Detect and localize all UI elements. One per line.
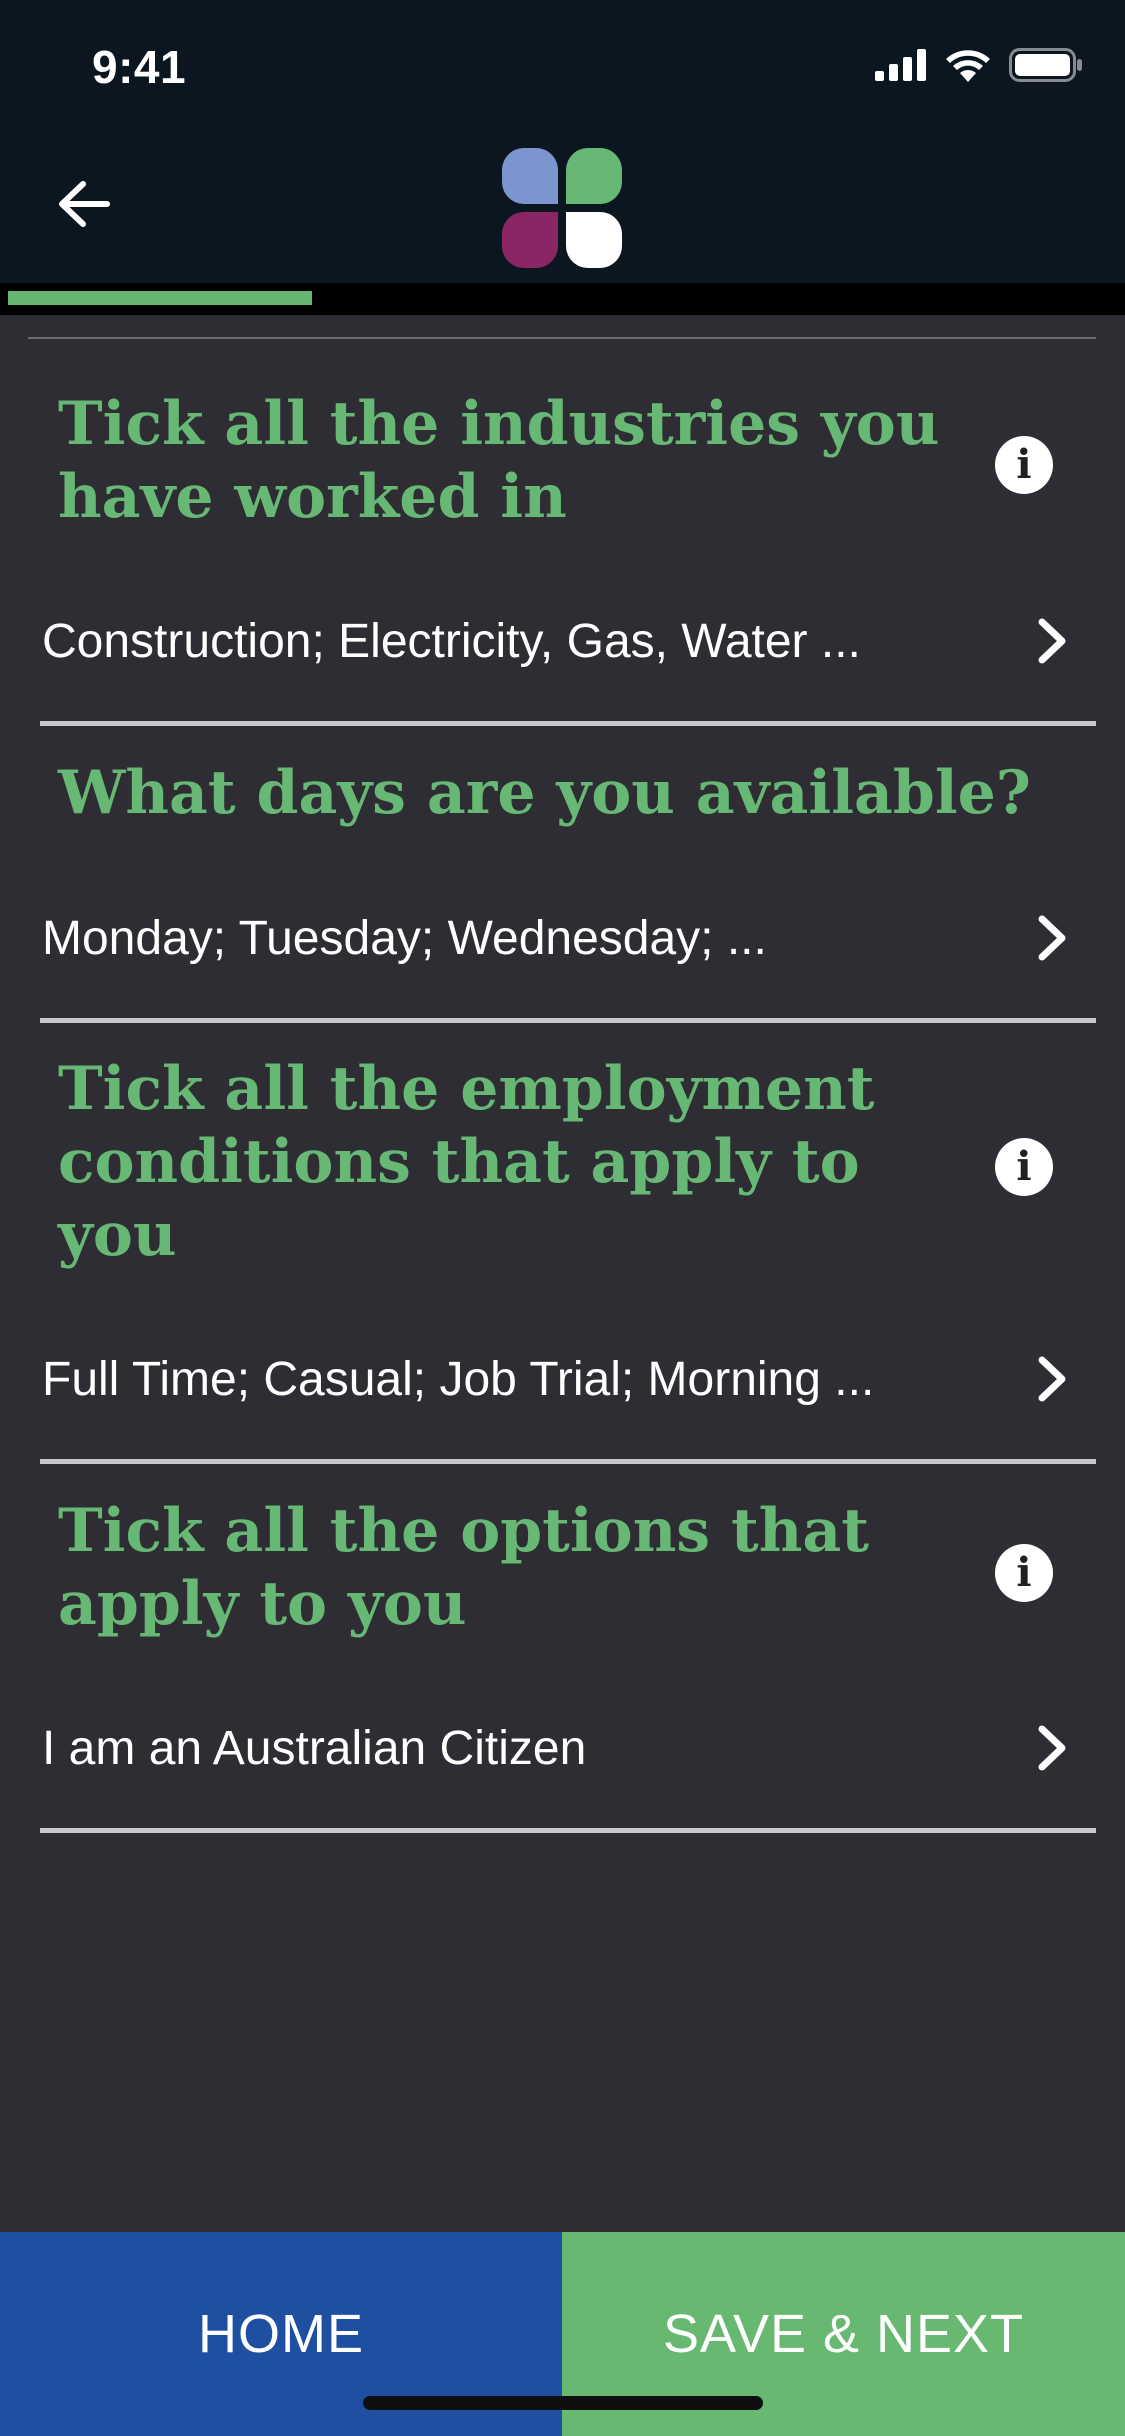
- info-icon: i: [1016, 1549, 1032, 1596]
- progress-bar: [0, 283, 1125, 315]
- header-bar: 9:41: [0, 0, 1125, 283]
- battery-icon: [1009, 48, 1082, 82]
- question-title-industries: Tick all the industries you have worked …: [58, 389, 940, 532]
- info-icon: i: [1016, 1143, 1032, 1190]
- cellular-signal-icon: [875, 49, 926, 81]
- info-button-industries[interactable]: i: [995, 436, 1053, 494]
- question-title-availability: What days are you available?: [58, 758, 1031, 828]
- info-button-employment-conditions[interactable]: i: [995, 1138, 1053, 1196]
- status-time: 9:41: [92, 41, 187, 93]
- answer-row-options[interactable]: I am an Australian Citizen: [42, 1703, 1072, 1793]
- chevron-right-icon: [1032, 1723, 1072, 1773]
- home-indicator[interactable]: [363, 2396, 763, 2410]
- row-divider: [40, 1459, 1096, 1464]
- answer-row-availability[interactable]: Monday; Tuesday; Wednesday; ...: [42, 893, 1072, 983]
- info-icon: i: [1016, 441, 1032, 488]
- info-button-options[interactable]: i: [995, 1544, 1053, 1602]
- row-divider: [40, 1018, 1096, 1023]
- progress-fill: [8, 291, 312, 305]
- app-logo: [500, 146, 624, 270]
- answer-value: I am an Australian Citizen: [42, 1721, 587, 1775]
- answer-row-industries[interactable]: Construction; Electricity, Gas, Water ..…: [42, 596, 1072, 686]
- four-petal-logo-icon: [502, 148, 622, 268]
- question-title-employment-conditions: Tick all the employment conditions that …: [58, 1054, 875, 1270]
- answer-row-employment-conditions[interactable]: Full Time; Casual; Job Trial; Morning ..…: [42, 1334, 1072, 1424]
- answer-value: Construction; Electricity, Gas, Water ..…: [42, 614, 861, 668]
- wifi-icon: [946, 50, 990, 82]
- chevron-right-icon: [1032, 913, 1072, 963]
- chevron-right-icon: [1032, 1354, 1072, 1404]
- back-button[interactable]: [52, 172, 116, 236]
- question-title-options: Tick all the options that apply to you: [58, 1496, 869, 1639]
- answer-value: Full Time; Casual; Job Trial; Morning ..…: [42, 1352, 875, 1406]
- row-divider: [40, 721, 1096, 726]
- arrow-left-icon: [59, 181, 110, 227]
- app-screen: 9:41 Tick all the industries you have wo…: [0, 0, 1125, 2436]
- status-icons: [875, 48, 1083, 82]
- row-divider: [40, 1828, 1096, 1833]
- answer-value: Monday; Tuesday; Wednesday; ...: [42, 911, 767, 965]
- chevron-right-icon: [1032, 616, 1072, 666]
- divider: [28, 337, 1096, 339]
